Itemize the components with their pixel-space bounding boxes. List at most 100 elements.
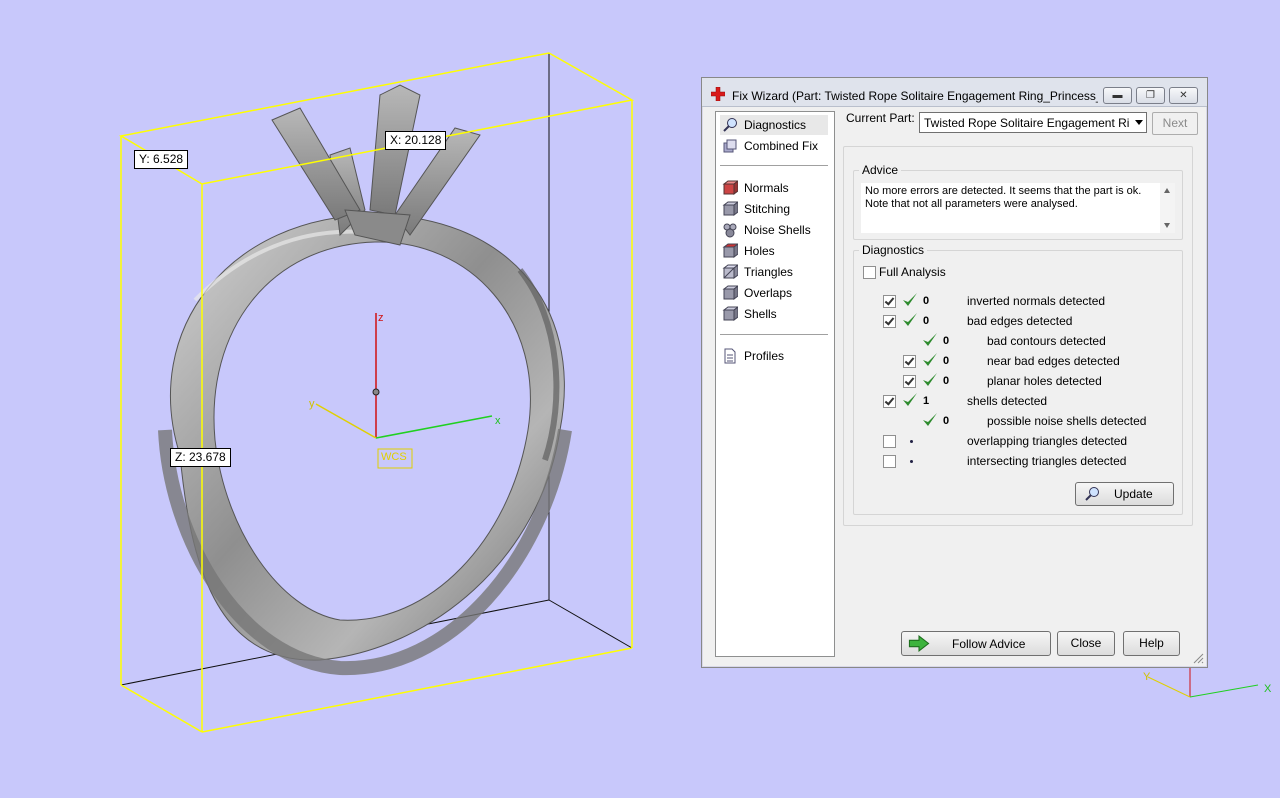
help-button[interactable]: Help: [1123, 631, 1180, 656]
nav-label: Shells: [744, 307, 777, 321]
diag-count: 0: [943, 375, 950, 387]
red-cross-icon: [711, 87, 725, 101]
full-analysis-label: Full Analysis: [879, 265, 946, 279]
dialog-title: Fix Wizard (Part: Twisted Rope Solitaire…: [732, 89, 1098, 103]
diag-count: 0: [923, 295, 930, 307]
overlapping-triangles-checkbox[interactable]: [883, 435, 896, 448]
diag-text: near bad edges detected: [987, 354, 1120, 368]
diag-count: 0: [923, 315, 930, 327]
diag-count: 0: [943, 335, 950, 347]
nav-separator: [720, 334, 828, 335]
checkmark-icon: [923, 333, 937, 346]
diag-count: 0: [943, 355, 950, 367]
advice-textbox[interactable]: No more errors are detected. It seems th…: [861, 183, 1175, 233]
nav-item-noise-shells[interactable]: Noise Shells: [720, 220, 828, 240]
diag-count: 0: [943, 415, 950, 427]
wcs-axes: [315, 313, 493, 469]
resize-grip-icon[interactable]: [1193, 653, 1204, 664]
bad-edges-checkbox[interactable]: [883, 315, 896, 328]
nav-item-holes[interactable]: Holes: [720, 241, 828, 261]
diag-text: bad edges detected: [967, 314, 1073, 328]
stitching-cube-icon: [722, 201, 738, 216]
green-arrow-icon: [908, 635, 930, 652]
diag-text: overlapping triangles detected: [967, 434, 1128, 448]
planar-holes-checkbox[interactable]: [903, 375, 916, 388]
axis-x-label: x: [495, 415, 501, 427]
nav-item-profiles[interactable]: Profiles: [720, 346, 828, 366]
near-bad-edges-checkbox[interactable]: [903, 355, 916, 368]
follow-advice-button[interactable]: Follow Advice: [901, 631, 1051, 656]
diag-text: inverted normals detected: [967, 294, 1106, 308]
magnifier-icon: [723, 118, 737, 132]
corner-axes: [1147, 668, 1259, 698]
checkmark-icon: [903, 313, 917, 326]
advice-group: Advice No more errors are detected. It s…: [853, 163, 1183, 240]
holes-cube-icon: [722, 243, 738, 258]
close-window-button[interactable]: ✕: [1169, 87, 1198, 104]
diag-text: planar holes detected: [987, 374, 1102, 388]
nav-label: Profiles: [744, 349, 785, 363]
document-icon: [724, 348, 736, 364]
close-button[interactable]: Close: [1057, 631, 1115, 656]
next-button[interactable]: Next: [1152, 112, 1198, 135]
title-bar[interactable]: Fix Wizard (Part: Twisted Rope Solitaire…: [702, 78, 1207, 107]
help-label: Help: [1139, 636, 1164, 650]
wizard-nav-panel: Diagnostics Combined Fix Normals Stitchi…: [715, 111, 835, 657]
nav-item-stitching[interactable]: Stitching: [720, 199, 828, 219]
nav-label: Noise Shells: [744, 223, 811, 237]
checkmark-icon: [923, 353, 937, 366]
update-button[interactable]: Update: [1075, 482, 1174, 506]
noise-shells-icon: [723, 223, 737, 238]
shells-cube-icon: [722, 306, 738, 321]
current-part-value: Twisted Rope Solitaire Engagement Ring_P…: [924, 116, 1129, 130]
shells-checkbox[interactable]: [883, 395, 896, 408]
corner-axis-y-label: Y: [1143, 671, 1151, 683]
maximize-button[interactable]: ❐: [1136, 87, 1165, 104]
close-icon: ✕: [1179, 90, 1188, 101]
pending-dot-icon: [910, 460, 913, 463]
diag-text: intersecting triangles detected: [967, 454, 1127, 468]
advice-title: Advice: [859, 163, 902, 177]
diag-text: bad contours detected: [987, 334, 1106, 348]
magnifier-icon: [1085, 487, 1099, 501]
scroll-up-icon[interactable]: [1164, 188, 1170, 193]
intersecting-triangles-checkbox[interactable]: [883, 455, 896, 468]
nav-label: Diagnostics: [744, 118, 807, 132]
follow-advice-label: Follow Advice: [952, 637, 1026, 651]
nav-label: Stitching: [744, 202, 791, 216]
normals-cube-icon: [722, 180, 738, 195]
dimension-z-label: Z: 23.678: [170, 448, 231, 467]
diagnostics-group: Diagnostics Full Analysis 0 inverted nor…: [853, 243, 1183, 515]
dimension-y-label: Y: 6.528: [134, 150, 189, 169]
nav-item-triangles[interactable]: Triangles: [720, 262, 828, 282]
close-label: Close: [1070, 636, 1102, 650]
nav-item-diagnostics[interactable]: Diagnostics: [720, 115, 828, 135]
nav-item-overlaps[interactable]: Overlaps: [720, 283, 828, 303]
inverted-normals-checkbox[interactable]: [883, 295, 896, 308]
diagnostics-title: Diagnostics: [859, 243, 928, 257]
current-part-select[interactable]: Twisted Rope Solitaire Engagement Ring_P…: [919, 112, 1147, 133]
checkmark-icon: [903, 393, 917, 406]
update-label: Update: [1114, 487, 1153, 501]
checkmark-icon: [923, 373, 937, 386]
advice-scrollbar[interactable]: [1160, 183, 1175, 233]
checkmark-icon: [903, 293, 917, 306]
layers-icon: [723, 139, 737, 153]
nav-label: Combined Fix: [744, 139, 819, 153]
scroll-down-icon[interactable]: [1164, 223, 1170, 228]
nav-label: Holes: [744, 244, 775, 258]
triangles-cube-icon: [722, 264, 738, 279]
nav-separator: [720, 165, 828, 166]
nav-item-combined-fix[interactable]: Combined Fix: [720, 136, 828, 156]
wcs-label: WCS: [381, 451, 407, 463]
chevron-down-icon: [1135, 120, 1143, 125]
minimize-button[interactable]: ▬: [1103, 87, 1132, 104]
diag-count: 1: [923, 395, 930, 407]
nav-item-shells[interactable]: Shells: [720, 304, 828, 324]
corner-axis-x-label: X: [1264, 683, 1272, 695]
diag-text: shells detected: [967, 394, 1048, 408]
pending-dot-icon: [910, 440, 913, 443]
maximize-icon: ❐: [1146, 90, 1155, 101]
full-analysis-checkbox[interactable]: [863, 266, 876, 279]
nav-item-normals[interactable]: Normals: [720, 178, 828, 198]
